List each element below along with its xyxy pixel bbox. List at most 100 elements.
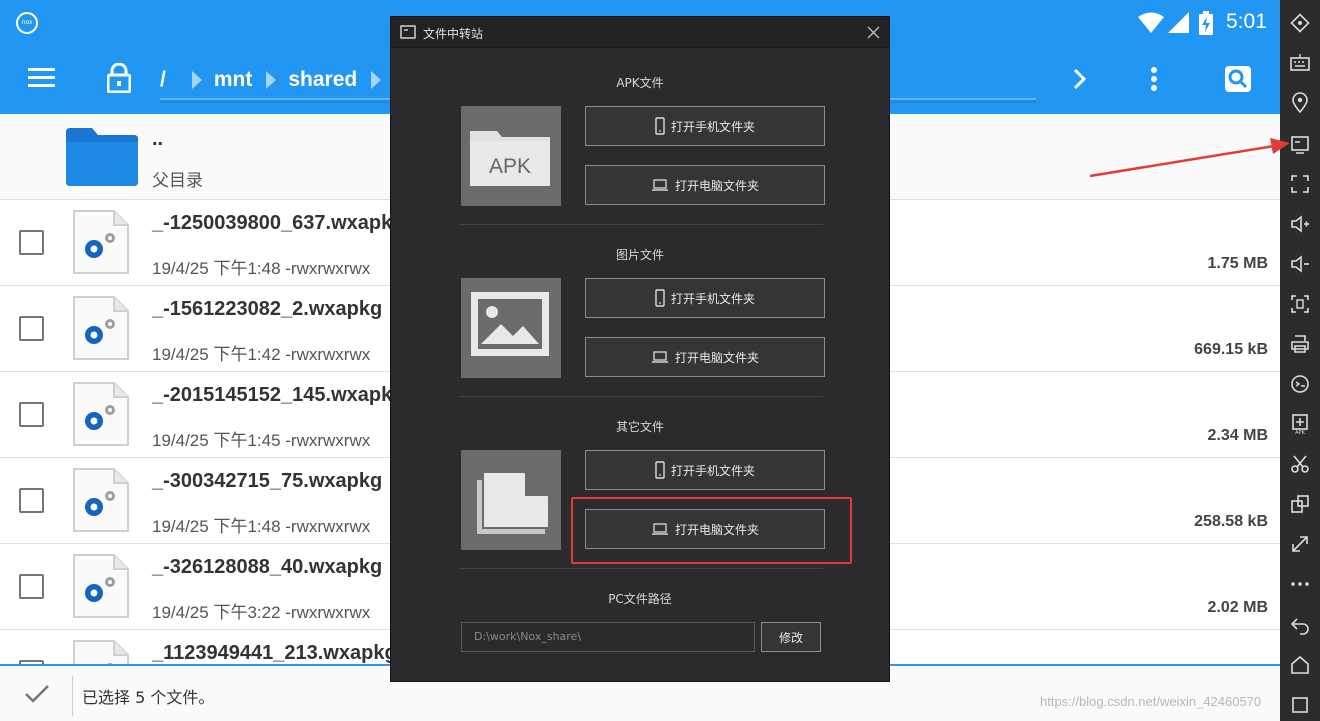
laptop-icon [651, 179, 668, 191]
volume-down-icon[interactable] [1289, 253, 1311, 275]
home-icon[interactable] [1289, 654, 1311, 676]
divider [72, 676, 73, 716]
back-icon[interactable] [1289, 614, 1311, 636]
button-label: 打开电脑文件夹 [674, 178, 759, 193]
lock-icon[interactable] [107, 63, 131, 93]
monitor-icon [400, 25, 416, 39]
svg-text:APK: APK [1295, 430, 1305, 435]
shake-icon[interactable] [1289, 373, 1311, 395]
section-title-apk: APK文件 [616, 76, 664, 90]
row-checkbox[interactable] [19, 230, 44, 255]
more-icon[interactable] [1289, 573, 1311, 595]
image-icon [471, 292, 549, 356]
location-icon[interactable] [1289, 92, 1311, 114]
printer-icon[interactable] [1289, 333, 1311, 355]
recent-apps-icon[interactable] [1289, 694, 1311, 716]
more-vert-icon[interactable] [1150, 66, 1158, 92]
file-size: 1.75 MB [1207, 255, 1268, 272]
row-checkbox[interactable] [19, 574, 44, 599]
fullscreen-icon[interactable] [1289, 173, 1311, 195]
selection-count: 已选择 5 个文件。 [82, 688, 215, 707]
cut-icon[interactable] [1289, 453, 1311, 475]
settings-file-icon [73, 382, 129, 446]
dialog-title: 文件中转站 [423, 27, 484, 41]
button-label: 打开电脑文件夹 [674, 350, 759, 365]
section-title-images: 图片文件 [615, 248, 664, 262]
other-files-thumbnail [461, 450, 561, 550]
row-checkbox[interactable] [19, 402, 44, 427]
button-label: 打开手机文件夹 [670, 291, 755, 306]
watermark: https://blog.csdn.net/weixin_42460570 [1040, 694, 1262, 709]
close-icon[interactable] [867, 26, 880, 39]
resize-icon[interactable] [1289, 533, 1311, 555]
divider [459, 396, 823, 397]
file-size: 669.15 kB [1194, 341, 1268, 358]
row-checkbox[interactable] [19, 488, 44, 513]
file-date: 19/4/25 下午1:48 [152, 517, 281, 536]
settings-file-icon [73, 554, 129, 618]
file-perms: -rwxrwxrwx [285, 517, 371, 536]
chevron-right-icon [371, 71, 382, 89]
chevron-right-icon [266, 71, 277, 89]
divider [459, 224, 823, 225]
file-size: 2.34 MB [1207, 427, 1268, 444]
button-label: 打开手机文件夹 [670, 463, 755, 478]
breadcrumb-mnt[interactable]: mnt [214, 68, 253, 92]
breadcrumb: / mnt shared [160, 46, 393, 114]
open-phone-folder-button-apk[interactable]: 打开手机文件夹 [585, 106, 825, 146]
breadcrumb-shared[interactable]: shared [288, 68, 357, 92]
open-phone-folder-button-images[interactable]: 打开手机文件夹 [585, 278, 825, 318]
file-name: _-2015145152_145.wxapkg [152, 384, 405, 406]
file-perms: -rwxrwxrwx [285, 345, 371, 364]
volume-up-icon[interactable] [1289, 213, 1311, 235]
chevron-right-icon[interactable] [1072, 66, 1088, 92]
apk-folder-thumbnail: APK [461, 106, 561, 206]
file-meta: 19/4/25 下午1:48 -rwxrwxrwx [152, 512, 370, 537]
file-name: _-326128088_40.wxapkg [152, 556, 383, 578]
phone-icon [655, 289, 665, 307]
search-button[interactable] [1225, 66, 1251, 92]
signal-icon [1168, 12, 1189, 33]
apk-folder-icon: APK [470, 131, 550, 186]
file-meta: 19/4/25 下午3:22 -rwxrwxrwx [152, 598, 370, 623]
documents-icon [477, 471, 550, 534]
file-size: 258.58 kB [1194, 513, 1268, 530]
check-icon[interactable] [24, 684, 50, 704]
keyboard-icon[interactable] [1289, 52, 1311, 74]
screenshot-icon[interactable] [1289, 293, 1311, 315]
pc-path-label: PC文件路径 [608, 592, 672, 606]
file-name: .. [152, 128, 164, 150]
file-date: 19/4/25 下午1:42 [152, 345, 281, 364]
nox-icon: nox [16, 12, 38, 34]
breadcrumb-root[interactable]: / [160, 68, 166, 92]
file-name: _1123949441_213.wxapkg [152, 642, 397, 664]
phone-icon [655, 117, 665, 135]
emulator-sidebar: APK [1280, 0, 1320, 721]
modify-path-button[interactable]: 修改 [761, 622, 821, 652]
menu-icon[interactable] [28, 68, 55, 88]
divider [459, 568, 823, 569]
folder-icon [66, 128, 138, 186]
button-label: 打开手机文件夹 [670, 119, 755, 134]
file-name: _-300342715_75.wxapkg [152, 470, 383, 492]
section-title-others: 其它文件 [615, 420, 664, 434]
file-transfer-icon[interactable] [1289, 133, 1311, 155]
open-phone-folder-button-others[interactable]: 打开手机文件夹 [585, 450, 825, 490]
row-checkbox[interactable] [19, 316, 44, 341]
open-pc-folder-button-images[interactable]: 打开电脑文件夹 [585, 337, 825, 377]
parent-directory-label: 父目录 [152, 171, 203, 190]
open-pc-folder-button-apk[interactable]: 打开电脑文件夹 [585, 165, 825, 205]
file-meta: 19/4/25 下午1:42 -rwxrwxrwx [152, 340, 370, 365]
phone-icon [655, 461, 665, 479]
pc-path-input[interactable]: D:\work\Nox_share\ [461, 622, 755, 652]
dialog-titlebar: 文件中转站 [391, 17, 889, 48]
file-date: 19/4/25 下午1:45 [152, 431, 281, 450]
search-icon [1228, 69, 1248, 89]
file-perms: -rwxrwxrwx [285, 603, 371, 622]
rotate-icon[interactable] [1289, 12, 1311, 34]
settings-file-icon [73, 296, 129, 360]
apk-install-icon[interactable]: APK [1289, 413, 1311, 435]
multi-window-icon[interactable] [1289, 493, 1311, 515]
settings-file-icon [73, 210, 129, 274]
file-meta: 19/4/25 下午1:45 -rwxrwxrwx [152, 426, 370, 451]
